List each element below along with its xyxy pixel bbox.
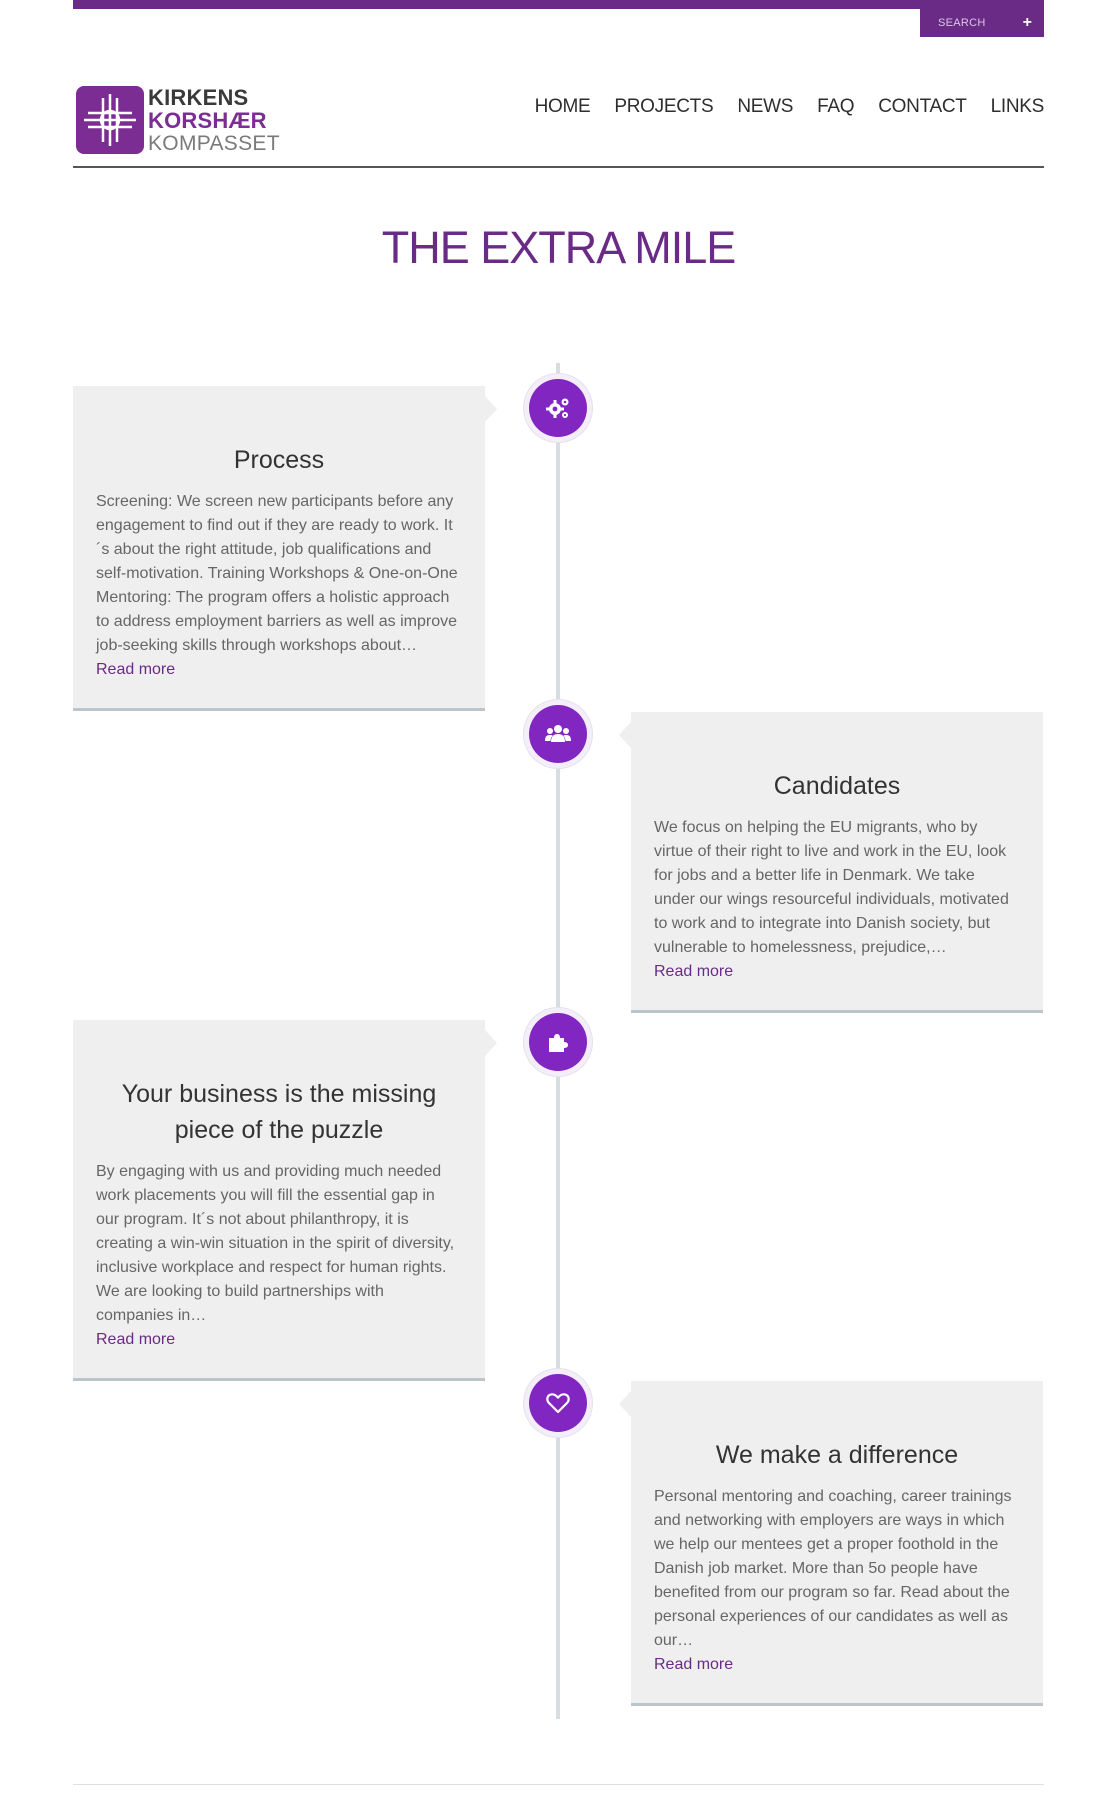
plus-icon: + [1022, 14, 1032, 31]
logo-line-korshaer: KORSHÆR [148, 107, 267, 133]
card-text: We focus on helping the EU migrants, who… [654, 819, 1009, 956]
nav-faq[interactable]: FAQ [817, 96, 854, 118]
card-title: Your business is the missing piece of th… [121, 1080, 437, 1144]
header-divider [73, 166, 1044, 168]
footer-divider [73, 1784, 1044, 1785]
card-text: Screening: We screen new participants be… [96, 493, 458, 654]
read-more-link[interactable]: Read more [96, 1328, 175, 1352]
heart-icon [529, 1374, 587, 1432]
site-logo[interactable]: KIRKENS KORSHÆR KOMPASSET [76, 85, 280, 155]
nav-home[interactable]: HOME [535, 96, 591, 118]
logo-line-kirkens: KIRKENS [148, 84, 249, 110]
top-accent-bar [73, 0, 1044, 9]
timeline-card-difference: We make a difference Personal mentoring … [619, 1381, 1043, 1706]
card-title: Process [233, 446, 325, 474]
logo-line-kompasset: KOMPASSET [148, 131, 280, 155]
read-more-link[interactable]: Read more [654, 960, 733, 984]
compass-cross-icon [76, 86, 144, 154]
nav-news[interactable]: NEWS [737, 96, 793, 118]
gears-icon [529, 379, 587, 437]
search-label: SEARCH [938, 17, 986, 29]
page-title: THE EXTRA MILE [381, 222, 737, 273]
timeline-card-process: Process Screening: We screen new partici… [73, 386, 497, 711]
timeline-card-candidates: Candidates We focus on helping the EU mi… [619, 712, 1043, 1013]
timeline-card-business: Your business is the missing piece of th… [73, 1020, 497, 1381]
main-navigation: HOME PROJECTS NEWS FAQ CONTACT LINKS [535, 96, 1045, 118]
puzzle-icon [529, 1013, 587, 1071]
card-text: By engaging with us and providing much n… [96, 1163, 455, 1324]
read-more-link[interactable]: Read more [654, 1653, 733, 1677]
read-more-link[interactable]: Read more [96, 658, 175, 682]
card-title: Candidates [773, 772, 901, 800]
group-icon [529, 705, 587, 763]
card-text: Personal mentoring and coaching, career … [654, 1488, 1012, 1649]
search-toggle[interactable]: SEARCH + [920, 9, 1044, 37]
card-title: We make a difference [715, 1441, 959, 1469]
nav-contact[interactable]: CONTACT [878, 96, 967, 118]
nav-links[interactable]: LINKS [991, 96, 1045, 118]
nav-projects[interactable]: PROJECTS [614, 96, 713, 118]
logo-wordmark: KIRKENS KORSHÆR KOMPASSET [148, 84, 280, 155]
